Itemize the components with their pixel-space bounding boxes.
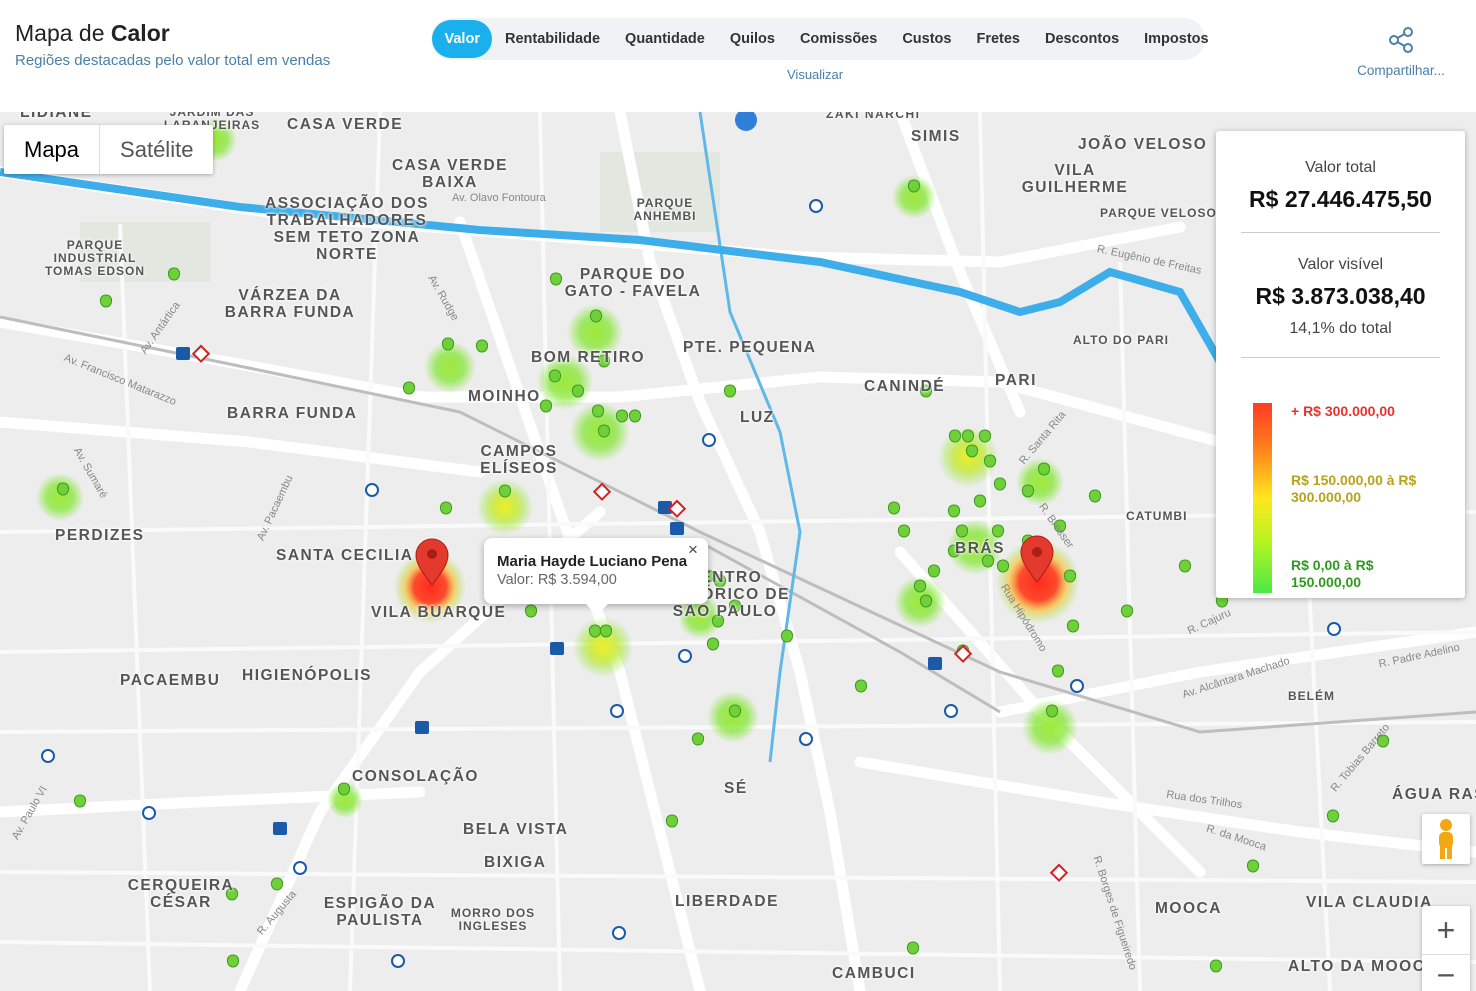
total-value: R$ 27.446.475,50 bbox=[1249, 186, 1432, 212]
place-label: CERQUEIRA CÉSAR bbox=[127, 877, 235, 911]
place-label: ZAKI NARCHI bbox=[826, 112, 921, 121]
share-label: Compartilhar... bbox=[1357, 63, 1445, 78]
place-label: BIXIGA bbox=[484, 854, 547, 871]
page-title: Mapa de Calor bbox=[15, 20, 170, 46]
legend-divider bbox=[1241, 232, 1440, 233]
place-label: PTE. PEQUENA bbox=[683, 339, 817, 356]
place-label: CAMPOS ELÍSEOS bbox=[480, 443, 558, 477]
place-label: JOÃO VELOSO bbox=[1078, 136, 1208, 153]
header: Mapa de Calor Regiões destacadas pelo va… bbox=[0, 0, 1476, 112]
place-label: HIGIENÓPOLIS bbox=[242, 667, 372, 684]
info-popup: Maria Hayde Luciano Pena Valor: R$ 3.594… bbox=[484, 538, 708, 615]
place-label: CASA VERDE BAIXA bbox=[391, 157, 509, 191]
place-label: ESPIGÃO DA PAULISTA bbox=[323, 895, 437, 929]
place-label: PARQUE DO GATO - FAVELA bbox=[564, 266, 702, 300]
zoom-in-button[interactable]: + bbox=[1422, 906, 1470, 954]
place-label: LIDIANE bbox=[20, 112, 93, 121]
map-type-mapa-button[interactable]: Mapa bbox=[4, 125, 101, 174]
legend-divider bbox=[1241, 357, 1440, 358]
visible-percent: 14,1% do total bbox=[1289, 320, 1392, 337]
tab-valor[interactable]: Valor bbox=[432, 20, 493, 58]
place-label: PERDIZES bbox=[55, 527, 145, 544]
place-label: CAMBUCI bbox=[832, 965, 916, 982]
place-label: BELÉM bbox=[1288, 689, 1335, 703]
popup-close-button[interactable]: × bbox=[688, 540, 698, 560]
tab-descontos[interactable]: Descontos bbox=[1033, 20, 1132, 58]
place-label: PARQUE ANHEMBI bbox=[633, 196, 697, 223]
street-view-pegman[interactable] bbox=[1422, 814, 1470, 864]
place-label: MOINHO bbox=[468, 388, 541, 405]
tab-impostos[interactable]: Impostos bbox=[1132, 20, 1221, 58]
place-label: VILA BUARQUE bbox=[371, 604, 507, 621]
place-label: BELA VISTA bbox=[463, 821, 569, 838]
place-label: BOM RETIRO bbox=[531, 349, 646, 366]
metric-tabs: Valor Rentabilidade Quantidade Quilos Co… bbox=[431, 18, 1209, 60]
map-type-control: Mapa Satélite bbox=[4, 125, 214, 174]
visible-value: R$ 3.873.038,40 bbox=[1255, 283, 1426, 309]
tab-quilos[interactable]: Quilos bbox=[717, 20, 787, 58]
street-label: Av. Olavo Fontoura bbox=[452, 192, 546, 204]
place-label: LUZ bbox=[740, 409, 775, 426]
pegman-icon bbox=[1439, 819, 1453, 859]
place-label: ASSOCIAÇÃO DOS TRABALHADORES SEM TETO ZO… bbox=[265, 195, 429, 263]
place-label: PARQUE VELOSO bbox=[1100, 206, 1217, 220]
place-label: MORRO DOS INGLESES bbox=[450, 906, 536, 933]
place-label: SÉ bbox=[724, 780, 748, 797]
place-label: SANTA CECILIA bbox=[276, 547, 414, 564]
visible-label: Valor visível bbox=[1297, 256, 1384, 273]
map-type-satellite-button[interactable]: Satélite bbox=[100, 125, 213, 174]
tab-fretes[interactable]: Fretes bbox=[964, 20, 1033, 58]
place-label: CASA VERDE bbox=[287, 116, 404, 133]
place-label: PARQUE INDUSTRIAL TOMAS EDSON bbox=[44, 238, 146, 278]
legend-low: R$ 0,00 à R$ 150.000,00 bbox=[1291, 557, 1374, 590]
place-label: PACAEMBU bbox=[120, 672, 221, 689]
place-label: ALTO DA MOOCA bbox=[1288, 958, 1439, 975]
place-label: VÁRZEA DA BARRA FUNDA bbox=[224, 287, 356, 321]
share-icon bbox=[1389, 27, 1413, 53]
popup-name: Maria Hayde Luciano Pena bbox=[497, 553, 688, 570]
place-label: VILA GUILHERME bbox=[1021, 162, 1129, 196]
place-label: SIMIS bbox=[911, 128, 961, 145]
tab-quantidade[interactable]: Quantidade bbox=[613, 20, 718, 58]
place-label: MOOCA bbox=[1155, 900, 1222, 917]
share-button[interactable]: Compartilhar... bbox=[1352, 26, 1450, 78]
place-label: BRÁS bbox=[955, 540, 1005, 557]
visualizar-caption: Visualizar bbox=[787, 67, 844, 82]
place-label: PARI bbox=[995, 372, 1037, 389]
place-label: ÁGUA RASA bbox=[1392, 786, 1476, 803]
zoom-control: + − bbox=[1422, 906, 1470, 991]
tab-custos[interactable]: Custos bbox=[890, 20, 964, 58]
legend-panel: Valor total R$ 27.446.475,50 Valor visív… bbox=[1216, 131, 1465, 598]
legend-gradient bbox=[1253, 403, 1272, 593]
legend-mid: R$ 150.000,00 à R$ 300.000,00 bbox=[1291, 472, 1417, 505]
legend-high: + R$ 300.000,00 bbox=[1291, 403, 1395, 419]
popup-value: Valor: R$ 3.594,00 bbox=[497, 572, 617, 588]
zoom-out-button[interactable]: − bbox=[1422, 954, 1470, 991]
place-label: CANINDÉ bbox=[864, 378, 946, 395]
tab-comissoes[interactable]: Comissões bbox=[787, 20, 889, 58]
place-label: CATUMBI bbox=[1126, 509, 1188, 523]
place-label: ALTO DO PARI bbox=[1073, 333, 1169, 347]
place-label: VILA CLAUDIA bbox=[1306, 894, 1433, 911]
tab-rentabilidade[interactable]: Rentabilidade bbox=[492, 20, 612, 58]
place-label: BARRA FUNDA bbox=[227, 405, 358, 422]
place-label: LIBERDADE bbox=[675, 893, 779, 910]
total-label: Valor total bbox=[1305, 159, 1376, 176]
place-label: CONSOLAÇÃO bbox=[352, 768, 479, 785]
page-subtitle: Regiões destacadas pelo valor total em v… bbox=[15, 52, 331, 69]
map-canvas[interactable]: LIDIANE JARDIM DAS LARANJEIRAS ZAKI NARC… bbox=[0, 112, 1476, 991]
